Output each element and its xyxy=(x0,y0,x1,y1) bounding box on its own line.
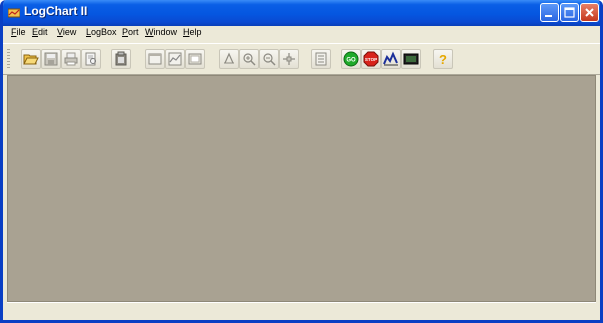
minimize-icon xyxy=(545,15,552,17)
stop-button[interactable]: STOP xyxy=(361,49,381,69)
application-window: LogChart II File Edit View LogBox Port W… xyxy=(0,0,603,323)
toolbar-grip[interactable] xyxy=(7,49,10,69)
go-icon: GO xyxy=(343,51,359,67)
pan-button[interactable] xyxy=(279,49,299,69)
list-icon xyxy=(315,52,327,66)
print-preview-icon xyxy=(85,52,96,66)
title-bar[interactable]: LogChart II xyxy=(3,0,600,26)
stop-icon: STOP xyxy=(363,51,379,67)
toolbar: GO STOP ? xyxy=(3,43,600,75)
zoom-out-icon xyxy=(263,53,276,66)
svg-text:GO: GO xyxy=(346,58,356,64)
panel-button[interactable] xyxy=(185,49,205,69)
pan-icon xyxy=(283,53,295,65)
window-title: LogChart II xyxy=(24,4,88,18)
save-icon xyxy=(44,52,58,66)
zoom-fit-button[interactable] xyxy=(219,49,239,69)
menu-port[interactable]: Port xyxy=(122,27,139,37)
open-button[interactable] xyxy=(21,49,41,69)
save-button[interactable] xyxy=(41,49,61,69)
svg-text:STOP: STOP xyxy=(365,57,377,62)
chart-icon xyxy=(168,52,182,66)
menu-edit[interactable]: Edit xyxy=(32,27,48,37)
minimize-button[interactable] xyxy=(540,3,559,22)
print-button[interactable] xyxy=(61,49,81,69)
maximize-icon xyxy=(564,7,575,18)
menu-bar: File Edit View LogBox Port Window Help xyxy=(3,26,600,43)
display-icon xyxy=(403,53,419,65)
help-icon: ? xyxy=(439,52,447,67)
maximize-button[interactable] xyxy=(560,3,579,22)
display-button[interactable] xyxy=(401,49,421,69)
zoom-in-icon xyxy=(243,53,256,66)
graph-button[interactable] xyxy=(381,49,401,69)
list-button[interactable] xyxy=(311,49,331,69)
go-button[interactable]: GO xyxy=(341,49,361,69)
print-icon xyxy=(64,52,78,66)
menu-window[interactable]: Window xyxy=(145,27,177,37)
print-preview-button[interactable] xyxy=(81,49,101,69)
panel-icon xyxy=(188,53,202,65)
graph-icon xyxy=(383,51,398,66)
zoom-fit-icon xyxy=(224,52,234,64)
window-icon xyxy=(148,53,162,65)
new-window-button[interactable] xyxy=(145,49,165,69)
close-icon xyxy=(585,8,594,17)
zoom-out-button[interactable] xyxy=(259,49,279,69)
menu-file[interactable]: File xyxy=(11,27,26,37)
menu-view[interactable]: View xyxy=(57,27,76,37)
help-button[interactable]: ? xyxy=(433,49,453,69)
status-bar xyxy=(7,302,596,318)
svg-text:?: ? xyxy=(439,52,447,67)
close-button[interactable] xyxy=(580,3,599,22)
workspace-area[interactable] xyxy=(7,75,596,302)
app-icon xyxy=(8,8,20,18)
menu-logbox[interactable]: LogBox xyxy=(86,27,117,37)
chart-button[interactable] xyxy=(165,49,185,69)
open-folder-icon xyxy=(23,54,39,65)
menu-help[interactable]: Help xyxy=(183,27,202,37)
clipboard-button[interactable] xyxy=(111,49,131,69)
zoom-in-button[interactable] xyxy=(239,49,259,69)
clipboard-icon xyxy=(115,51,127,66)
